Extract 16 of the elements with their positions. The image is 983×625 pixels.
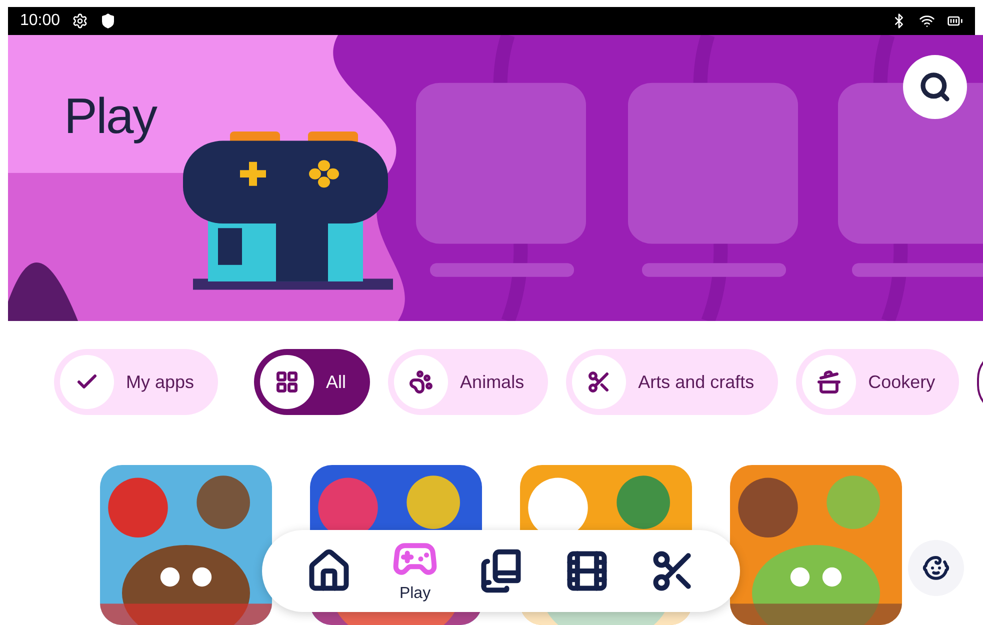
category-chip[interactable]: Cookery: [796, 349, 960, 415]
nav-item[interactable]: Play: [392, 536, 438, 606]
wifi-icon: [919, 13, 935, 29]
category-chip[interactable]: All: [254, 349, 370, 415]
search-icon: [919, 71, 951, 103]
gear-icon: [72, 13, 88, 29]
grid-icon: [275, 370, 300, 394]
category-chip[interactable]: My apps: [54, 349, 218, 415]
paw-icon: [409, 370, 434, 394]
category-chip[interactable]: Animals: [388, 349, 548, 415]
shield-icon: [100, 13, 116, 29]
pot-icon: [817, 370, 842, 394]
scissors-icon: [587, 370, 612, 394]
page-title: Play: [64, 87, 156, 146]
category-chip[interactable]: Arts and crafts: [566, 349, 778, 415]
clock: 10:00: [20, 11, 60, 31]
